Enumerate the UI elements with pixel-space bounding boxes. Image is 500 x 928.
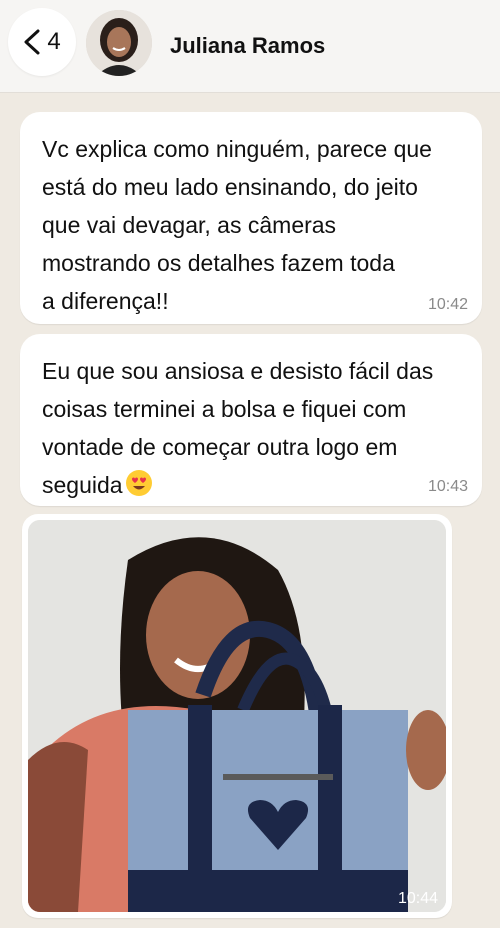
- message-bubble[interactable]: Vc explica como ninguém, parece que está…: [20, 112, 482, 324]
- message-time: 10:42: [427, 296, 468, 313]
- avatar-image: [86, 10, 152, 76]
- message-bubble[interactable]: Eu que sou ansiosa e desisto fácil das c…: [20, 334, 482, 506]
- message-time: 10:44: [397, 890, 438, 907]
- message-text-content: Eu que sou ansiosa e desisto fácil das c…: [42, 358, 434, 498]
- avatar[interactable]: [86, 10, 152, 76]
- chat-header: 4 Juliana Ramos: [0, 0, 500, 93]
- photo-message[interactable]: 10:44: [22, 514, 452, 918]
- chevron-left-icon: [24, 29, 40, 55]
- message-text: Vc explica como ninguém, parece que está…: [42, 136, 432, 314]
- message-text: Eu que sou ansiosa e desisto fácil das c…: [42, 352, 467, 508]
- photo-image[interactable]: [28, 520, 446, 912]
- unread-count: 4: [47, 28, 61, 55]
- back-button[interactable]: 4: [8, 8, 76, 76]
- contact-name[interactable]: Juliana Ramos: [170, 33, 325, 59]
- woman-with-bag-photo: [28, 520, 446, 912]
- message-time: 10:43: [427, 478, 468, 495]
- heart-eyes-emoji-icon: [125, 469, 153, 508]
